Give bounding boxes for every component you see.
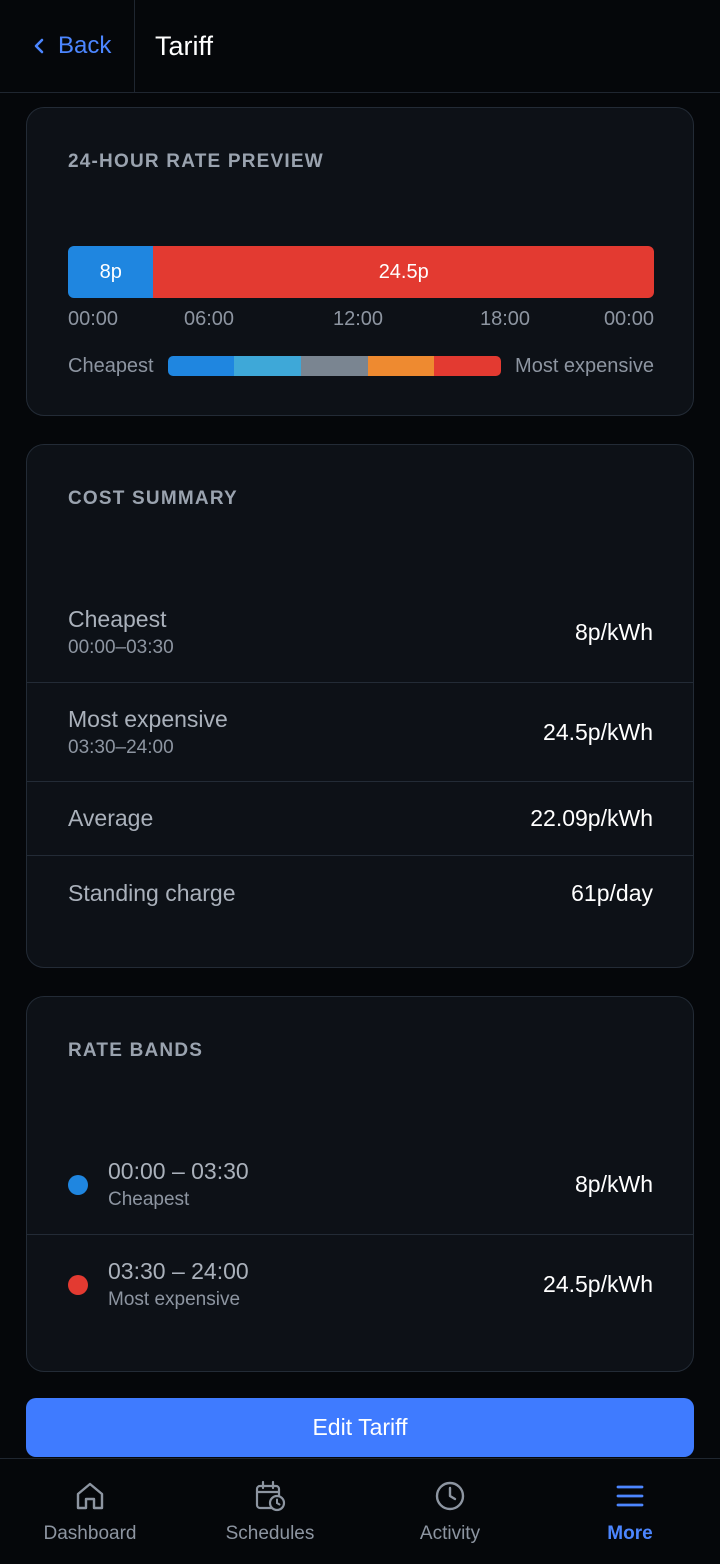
- tariff-screen: Back Tariff 24-HOUR RATE PREVIEW 8p 24.5…: [0, 0, 720, 1564]
- home-icon: [76, 1482, 104, 1510]
- bottom-navigation: Dashboard Schedules Activity More: [0, 1458, 720, 1564]
- summary-label: Standing charge: [68, 880, 236, 906]
- summary-value: 8p/kWh: [575, 619, 653, 645]
- rate-preview-card: 24-HOUR RATE PREVIEW 8p 24.5p 00:00 06:0…: [26, 107, 694, 416]
- summary-value: 22.09p/kWh: [530, 805, 653, 831]
- band-time-range: 00:00 – 03:30: [108, 1158, 249, 1184]
- legend-swatch: [434, 356, 502, 376]
- menu-icon: [616, 1485, 644, 1507]
- legend-swatch: [367, 356, 435, 376]
- nav-label: Schedules: [225, 1523, 315, 1544]
- back-button[interactable]: Back: [0, 0, 135, 93]
- band-name: Most expensive: [108, 1289, 241, 1310]
- top-bar: Back Tariff: [0, 0, 720, 93]
- chevron-left-icon: [34, 38, 44, 54]
- cost-summary-card: COST SUMMARY Cheapest 00:00–03:30 8p/kWh…: [26, 444, 694, 968]
- rate-band-row[interactable]: 03:30 – 24:00 Most expensive 24.5p/kWh: [27, 1234, 693, 1334]
- clock-icon: [435, 1481, 465, 1511]
- legend-swatch: [301, 356, 368, 376]
- nav-schedules[interactable]: Schedules: [180, 1459, 360, 1564]
- time-tick: 00:00: [68, 308, 119, 330]
- band-time-range: 03:30 – 24:00: [108, 1258, 249, 1284]
- band-color-dot: [68, 1274, 88, 1295]
- rate-segment-label: 24.5p: [378, 260, 429, 283]
- rate-segment-expensive: 24.5p: [153, 246, 654, 298]
- band-rate: 8p/kWh: [575, 1171, 653, 1197]
- time-tick: 18:00: [480, 308, 531, 330]
- summary-row-cheapest: Cheapest 00:00–03:30 8p/kWh: [27, 583, 693, 682]
- summary-time-range: 00:00–03:30: [68, 637, 174, 658]
- nav-label: Activity: [419, 1523, 481, 1544]
- nav-more[interactable]: More: [540, 1459, 720, 1564]
- page-title: Tariff: [155, 30, 214, 61]
- legend-swatch: [234, 356, 301, 376]
- rate-segment-label: 8p: [99, 260, 122, 283]
- time-tick: 12:00: [333, 308, 384, 330]
- legend-color-scale: [167, 356, 502, 376]
- summary-label: Most expensive: [68, 705, 228, 732]
- legend-cheapest-label: Cheapest: [68, 354, 154, 377]
- summary-value: 61p/day: [571, 880, 653, 906]
- summary-row-standing-charge: Standing charge 61p/day: [27, 855, 693, 931]
- summary-label: Cheapest: [68, 606, 167, 632]
- nav-label: Dashboard: [43, 1523, 137, 1544]
- legend-swatch: [167, 356, 235, 376]
- rate-segment-cheapest: 8p: [68, 246, 154, 298]
- time-tick: 06:00: [184, 308, 235, 330]
- nav-dashboard[interactable]: Dashboard: [0, 1459, 180, 1564]
- rate-band-row[interactable]: 00:00 – 03:30 Cheapest 8p/kWh: [27, 1135, 693, 1234]
- rate-bands-card: RATE BANDS 00:00 – 03:30 Cheapest 8p/kWh…: [26, 996, 694, 1372]
- summary-row-most-expensive: Most expensive 03:30–24:00 24.5p/kWh: [27, 682, 693, 781]
- rate-preview-title: 24-HOUR RATE PREVIEW: [68, 151, 324, 172]
- rate-bar: 8p 24.5p: [68, 246, 654, 298]
- band-name: Cheapest: [108, 1189, 190, 1210]
- band-color-dot: [68, 1174, 88, 1195]
- back-label: Back: [58, 32, 112, 59]
- time-tick: 00:00: [603, 308, 654, 330]
- rate-bands-title: RATE BANDS: [68, 1040, 204, 1061]
- calendar-clock-icon: [255, 1480, 286, 1512]
- cost-summary-title: COST SUMMARY: [68, 488, 238, 509]
- summary-row-average: Average 22.09p/kWh: [27, 781, 693, 855]
- band-rate: 24.5p/kWh: [543, 1271, 653, 1297]
- nav-label: More: [607, 1523, 653, 1544]
- summary-time-range: 03:30–24:00: [68, 736, 174, 758]
- nav-activity[interactable]: Activity: [360, 1459, 540, 1564]
- rate-legend: Cheapest Most expensive: [68, 352, 654, 380]
- summary-value: 24.5p/kWh: [543, 718, 653, 745]
- summary-label: Average: [68, 805, 154, 831]
- edit-tariff-button[interactable]: Edit Tariff: [26, 1398, 694, 1457]
- legend-expensive-label: Most expensive: [515, 354, 654, 377]
- time-axis: 00:00 06:00 12:00 18:00 00:00: [68, 308, 654, 334]
